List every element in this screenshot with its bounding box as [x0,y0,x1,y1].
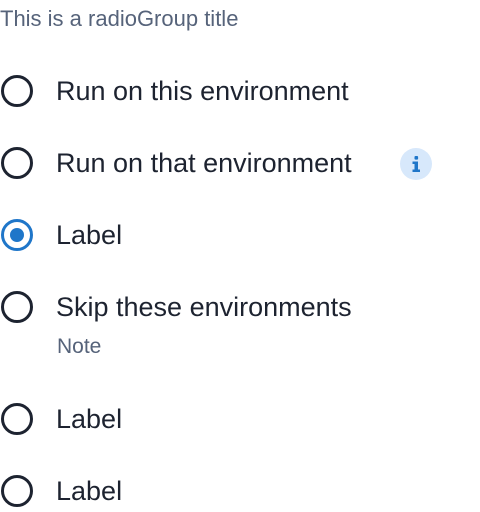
radio-button[interactable] [1,147,33,179]
radio-group: This is a radioGroup title Run on this e… [0,0,480,512]
radio-option-label-5[interactable]: Label [0,402,470,442]
radio-option-label: Skip these environments [56,292,352,322]
radio-option-label-6[interactable]: Label [0,474,470,512]
radio-option-label-selected[interactable]: Label [0,218,470,258]
radio-button[interactable] [1,475,33,507]
radio-option-run-on-that-environment[interactable]: Run on that environment [0,146,470,186]
radio-button-selected[interactable] [1,219,33,251]
radio-button[interactable] [1,75,33,107]
radio-button[interactable] [1,291,33,323]
radio-group-title: This is a radioGroup title [0,6,239,31]
radio-option-skip-these-environments[interactable]: Skip these environments [0,290,470,330]
info-icon[interactable] [400,148,432,180]
radio-option-note: Note [57,335,102,358]
radio-option-label: Label [56,404,123,434]
radio-option-label: Run on that environment [56,148,352,178]
radio-button[interactable] [1,403,33,435]
info-icon-glyph [412,156,420,172]
radio-selected-dot [10,228,24,242]
radio-option-label: Label [56,476,123,506]
radio-option-run-on-this-environment[interactable]: Run on this environment [0,74,470,114]
radio-option-label: Run on this environment [56,76,349,106]
radio-option-label: Label [56,220,123,250]
